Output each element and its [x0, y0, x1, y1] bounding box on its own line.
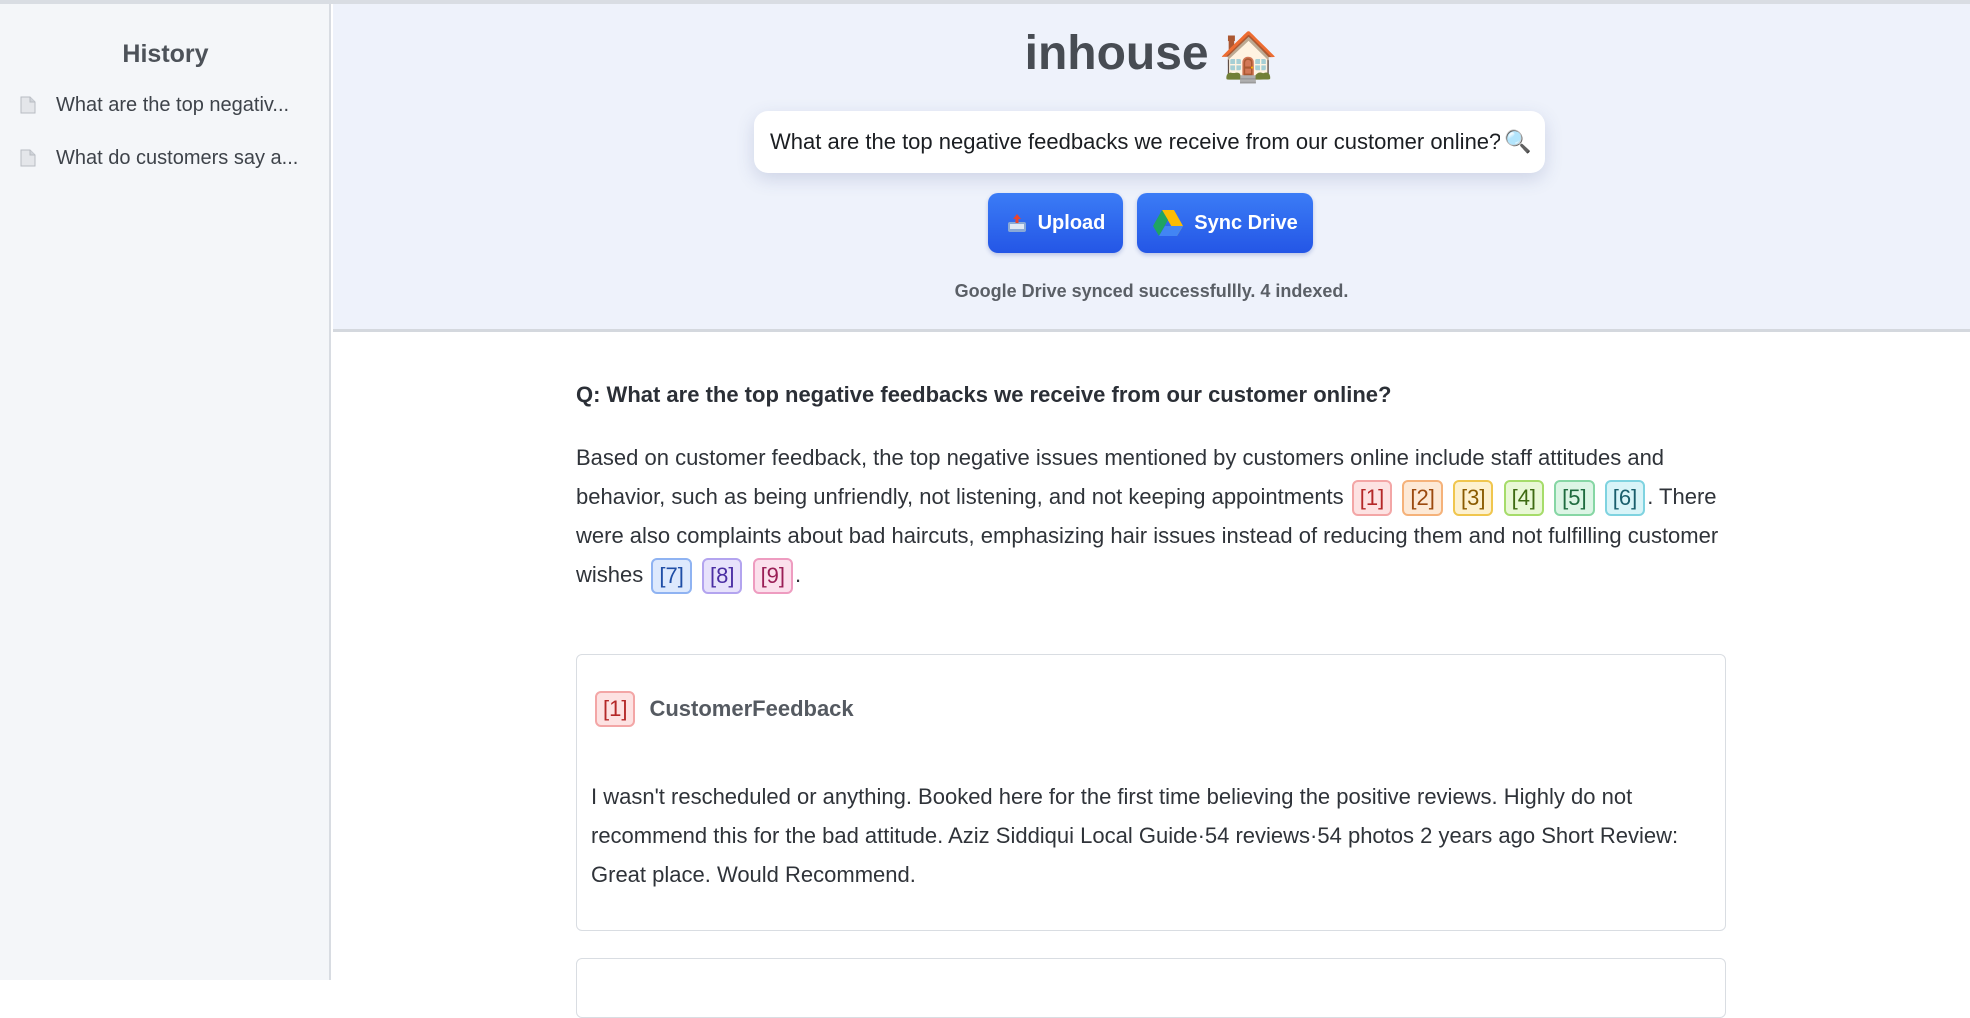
history-sidebar: History What are the top negativ... What…	[0, 4, 331, 980]
answer-part-3: .	[795, 562, 802, 588]
citation-5[interactable]: [5]	[1554, 480, 1595, 517]
history-item-label: What do customers say a...	[56, 146, 299, 169]
citation-8[interactable]: [8]	[701, 558, 743, 595]
upload-label: Upload	[1037, 211, 1106, 234]
history-item-1[interactable]: What are the top negativ...	[20, 88, 310, 122]
search-icon[interactable]: 🔍	[1504, 128, 1532, 156]
document-icon	[20, 96, 36, 114]
source-card-header: [1] CustomerFeedback	[593, 691, 854, 727]
upload-button[interactable]: Upload	[988, 193, 1123, 253]
source-excerpt: I wasn't rescheduled or anything. Booked…	[591, 784, 1679, 887]
answer-text: Based on customer feedback, the top nega…	[576, 438, 1726, 595]
source-citation-badge[interactable]: [1]	[595, 691, 636, 727]
brand-name: inhouse	[1024, 27, 1209, 80]
citation-2[interactable]: [2]	[1402, 480, 1443, 517]
sidebar-title: History	[122, 40, 209, 68]
history-item-label: What are the top negativ...	[56, 93, 290, 116]
app-brand: inhouse 🏠	[333, 26, 1970, 85]
citation-7[interactable]: [7]	[651, 558, 692, 595]
citation-3[interactable]: [3]	[1452, 480, 1494, 517]
google-drive-icon	[1153, 210, 1184, 236]
source-title: CustomerFeedback	[649, 696, 854, 721]
history-item-2[interactable]: What do customers say a...	[20, 141, 310, 175]
citation-6[interactable]: [6]	[1604, 480, 1646, 517]
citation-4[interactable]: [4]	[1503, 480, 1545, 517]
citation-9[interactable]: [9]	[752, 558, 794, 595]
sync-status: Google Drive synced successfullly. 4 ind…	[954, 281, 1349, 301]
house-icon: 🏠	[1218, 31, 1279, 84]
search-box	[754, 111, 1545, 173]
answer-part-1: Based on customer feedback, the top nega…	[576, 445, 1665, 509]
sync-drive-button[interactable]: Sync Drive	[1137, 193, 1313, 253]
question-heading: Q: What are the top negative feedbacks w…	[576, 382, 1392, 407]
header-panel: inhouse🏠 🔍 Upload Sync Drive Google Driv…	[333, 4, 1970, 332]
citation-1[interactable]: [1]	[1351, 480, 1393, 517]
sync-drive-label: Sync Drive	[1194, 211, 1298, 234]
next-source-card	[576, 958, 1726, 1018]
source-card: [1] CustomerFeedback I wasn't reschedule…	[576, 654, 1726, 931]
document-icon	[20, 149, 36, 167]
search-input[interactable]	[770, 111, 1500, 173]
inbox-tray-icon	[1007, 214, 1026, 232]
